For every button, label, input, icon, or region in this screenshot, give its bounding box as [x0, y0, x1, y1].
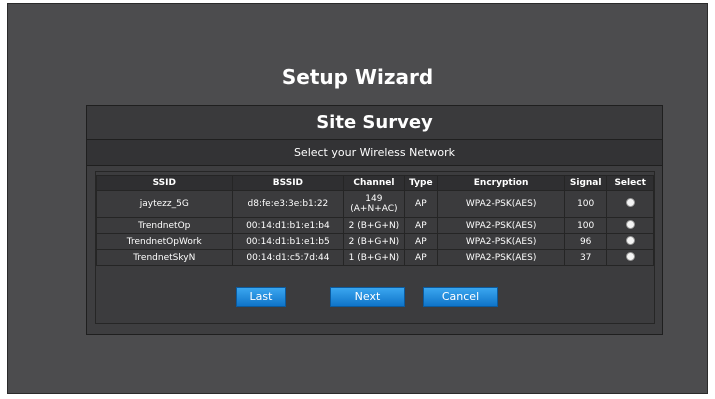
cell-type: AP [403, 233, 439, 250]
cell-type: AP [403, 249, 439, 266]
cell-select [606, 233, 654, 250]
cell-channel: 2 (B+G+N) [343, 233, 405, 250]
column-header-bssid: BSSID [231, 175, 345, 191]
cell-type: AP [403, 190, 439, 218]
cell-bssid: d8:fe:e3:3e:b1:22 [231, 190, 345, 218]
column-header-select: Select [606, 175, 654, 191]
cell-bssid: 00:14:d1:b1:e1:b4 [231, 217, 345, 234]
table-row[interactable]: TrendnetSkyN 00:14:d1:c5:7d:44 1 (B+G+N)… [96, 249, 654, 266]
site-survey-panel: Site Survey Select your Wireless Network… [86, 105, 663, 335]
cell-signal: 100 [564, 190, 608, 218]
table-header-row: SSID BSSID Channel Type Encryption Signa… [96, 175, 654, 191]
table-row[interactable]: jaytezz_5G d8:fe:e3:3e:b1:22 149 (A+N+AC… [96, 190, 654, 218]
panel-subtitle: Select your Wireless Network [87, 140, 662, 166]
cell-ssid: TrendnetOpWork [96, 233, 233, 250]
cell-channel: 1 (B+G+N) [343, 249, 405, 266]
column-header-type: Type [403, 175, 439, 191]
cancel-button[interactable]: Cancel [423, 287, 498, 307]
cell-encryption: WPA2-PSK(AES) [437, 233, 566, 250]
channel-mode: (A+N+AC) [350, 204, 398, 214]
page-title: Setup Wizard [281, 65, 434, 89]
cell-signal: 96 [564, 233, 608, 250]
channel-number: 149 [365, 194, 383, 204]
cell-ssid: TrendnetOp [96, 217, 233, 234]
cell-signal: 37 [564, 249, 608, 266]
cell-ssid: jaytezz_5G [96, 190, 233, 218]
column-header-channel: Channel [343, 175, 405, 191]
cell-bssid: 00:14:d1:b1:e1:b5 [231, 233, 345, 250]
cell-encryption: WPA2-PSK(AES) [437, 249, 566, 266]
select-radio[interactable] [625, 219, 635, 229]
cell-encryption: WPA2-PSK(AES) [437, 217, 566, 234]
cell-bssid: 00:14:d1:c5:7d:44 [231, 249, 345, 266]
cell-select [606, 217, 654, 234]
select-radio[interactable] [625, 198, 635, 207]
table-row[interactable]: TrendnetOpWork 00:14:d1:b1:e1:b5 2 (B+G+… [96, 233, 654, 250]
next-button[interactable]: Next [330, 287, 405, 307]
wizard-frame: Setup Wizard Site Survey Select your Wir… [7, 3, 708, 394]
cell-encryption: WPA2-PSK(AES) [437, 190, 566, 218]
column-header-ssid: SSID [96, 175, 233, 191]
cell-ssid: TrendnetSkyN [96, 249, 233, 266]
last-button[interactable]: Last [236, 287, 286, 307]
cell-type: AP [403, 217, 439, 234]
column-header-signal: Signal [564, 175, 608, 191]
select-radio[interactable] [625, 251, 635, 261]
select-radio[interactable] [625, 235, 635, 245]
column-header-encryption: Encryption [437, 175, 566, 191]
cell-signal: 100 [564, 217, 608, 234]
cell-channel: 2 (B+G+N) [343, 217, 405, 234]
table-row[interactable]: TrendnetOp 00:14:d1:b1:e1:b4 2 (B+G+N) A… [96, 217, 654, 234]
survey-table: SSID BSSID Channel Type Encryption Signa… [96, 175, 654, 266]
cell-select [606, 190, 654, 218]
cell-channel: 149 (A+N+AC) [343, 190, 405, 218]
panel-title: Site Survey [87, 106, 662, 140]
cell-select [606, 249, 654, 266]
